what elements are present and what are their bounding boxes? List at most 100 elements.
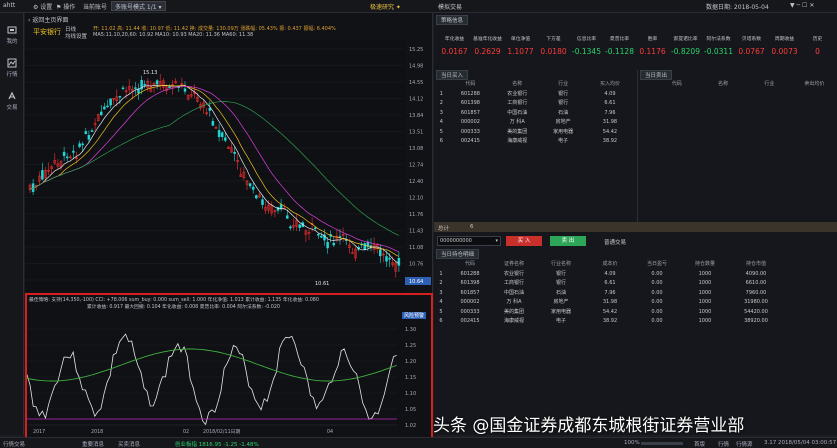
window-controls[interactable]: ▼ ─ ☐ ✕ xyxy=(790,2,814,9)
position-row[interactable]: 5 000333 美的集团 家用电器 54.42 0.00 1000 54420.00 xyxy=(434,308,837,318)
metric-item: 基准年化收益 0.2629 xyxy=(471,35,504,56)
cell-industry: 房地产 xyxy=(553,299,569,305)
position-row[interactable]: 6 002415 海康威视 电子 38.92 0.00 1000 38920.00 xyxy=(434,317,837,327)
cci-line xyxy=(27,333,397,426)
cell-code: 601288 xyxy=(460,90,480,97)
cell-pnl: 0.00 xyxy=(651,318,663,324)
candle-body xyxy=(78,143,81,147)
cell-name: 海康威视 xyxy=(507,138,528,144)
candlestick-chart[interactable]: 15.25 14.98 14.55 14.12 13.84 13.51 13.08 12.74… xyxy=(25,39,433,291)
metric-label: 单位净值 xyxy=(510,37,531,42)
candle-body xyxy=(81,143,84,146)
metric-item: 贝塔系数 0.0767 xyxy=(735,35,768,56)
cell-name: 美的集团 xyxy=(507,128,528,135)
zoom-level[interactable]: 100% xyxy=(624,440,640,446)
current-price-label: 10.64 xyxy=(409,279,423,285)
candle-body xyxy=(84,131,88,134)
cell-value: 54420.00 xyxy=(744,308,768,315)
cell-industry: 石油 xyxy=(555,289,566,296)
settings-menu[interactable]: ⚙ 设置 xyxy=(33,2,52,11)
normal-trade-label[interactable]: 普通交易 xyxy=(604,238,626,246)
candle-body xyxy=(109,98,112,106)
mode-select[interactable]: 多账号模式 1/1 ▾ xyxy=(111,1,166,11)
operation-menu[interactable]: ⚑ 操作 xyxy=(56,2,75,11)
tab-today-sell[interactable]: 当日卖出 xyxy=(640,70,673,80)
indicator-title: 最佳策略: 支持(14,350,-100) CCI: +78.006 sum_b… xyxy=(29,298,319,303)
sell-button[interactable]: 卖 出 xyxy=(550,236,586,246)
cell-code: 601857 xyxy=(460,289,480,296)
status-trade-msg[interactable]: 买卖消息 xyxy=(118,440,140,448)
cell-price: 7.96 xyxy=(604,109,616,116)
metric-item: 胜率 0.1176 xyxy=(636,35,669,56)
cell-name: 工商银行 xyxy=(503,280,524,286)
position-row[interactable]: 4 000002 万 科A 房地产 31.98 0.00 1000 31980.00 xyxy=(434,298,837,308)
buy-row[interactable]: 3 601857 中国石油 石油 7.96 xyxy=(434,109,636,119)
col-header: 代码 xyxy=(464,261,475,267)
trade-icon xyxy=(8,91,16,100)
position-row[interactable]: 2 601398 工商银行 银行 6.61 0.00 1000 6610.00 xyxy=(434,279,837,289)
buy-row[interactable]: 1 601288 农业银行 银行 4.09 xyxy=(434,90,636,100)
status-version: 3.17 xyxy=(764,440,777,446)
status-quotes[interactable]: 行情 xyxy=(718,440,729,448)
cell-idx: 2 xyxy=(439,100,443,106)
cell-price: 54.42 xyxy=(602,128,618,135)
metric-item: 阿尔法系数 -0.0311 xyxy=(702,35,735,56)
zoom-slider[interactable] xyxy=(641,442,683,445)
candle-body xyxy=(320,235,323,238)
candle-body xyxy=(143,84,146,86)
price-tick-label: 15.25 xyxy=(409,47,423,53)
metric-item: 索提诺比率 -0.8209 xyxy=(669,35,702,56)
kline-panel[interactable]: ‹ 返回主页界面 平安银行 日线 均线设置 开: 11.02 高: 11.44 … xyxy=(25,13,433,293)
cell-pnl: 0.00 xyxy=(651,308,663,315)
metric-value: 0.2629 xyxy=(474,47,501,56)
col-header: 代码 xyxy=(671,81,682,87)
col-header: 名称 xyxy=(718,81,729,87)
cell-industry: 家用电器 xyxy=(550,308,571,315)
x-axis-label: 2017 xyxy=(33,429,45,435)
indicator-chart[interactable]: 1.30 1.25 1.20 1.15 1.10 1.05 1.02 2017 2018 02 20… xyxy=(27,307,431,437)
tab-strategy-info[interactable]: 策略信息 xyxy=(436,15,469,25)
buy-button[interactable]: 买 入 xyxy=(506,236,542,246)
candle-body xyxy=(100,111,103,116)
account-input[interactable]: 0000000000 ▾ xyxy=(437,236,501,246)
buy-row[interactable]: 2 601398 工商银行 银行 6.61 xyxy=(434,99,636,109)
metric-value: 1.1077 xyxy=(507,47,534,56)
metric-item: 夏普比率 -0.1128 xyxy=(603,35,636,56)
position-row[interactable]: 1 601288 农业银行 银行 4.09 0.00 1000 4090.00 xyxy=(434,270,837,280)
buy-row[interactable]: 4 000002 万 科A 房地产 31.98 xyxy=(434,118,636,128)
watermark: 头条 @国金证券成都东城根街证券营业部 xyxy=(433,416,745,436)
status-first[interactable]: 首版 xyxy=(694,440,705,448)
price-tick-label: 11.08 xyxy=(409,245,423,251)
tab-positions[interactable]: 当日持仓明细 xyxy=(436,249,480,259)
status-market[interactable]: 行情交易 xyxy=(3,440,25,448)
buy-row[interactable]: 6 002415 海康威视 电子 38.92 xyxy=(434,137,636,147)
status-source[interactable]: 行情源 xyxy=(736,440,753,448)
cell-code: 000002 xyxy=(460,299,480,305)
nav-item-quotes[interactable]: 行情 xyxy=(0,58,24,78)
candle-body xyxy=(363,243,367,250)
metric-item: 历史 0 xyxy=(801,35,834,56)
candle-body xyxy=(388,257,391,260)
cell-name: 海康威视 xyxy=(503,318,524,324)
price-tick-label: 13.51 xyxy=(409,130,423,136)
position-row[interactable]: 3 601857 中国石油 石油 7.96 0.00 1000 7960.00 xyxy=(434,289,837,299)
status-news[interactable]: 重要消息 xyxy=(82,440,104,448)
metric-value: 0 xyxy=(815,47,820,56)
cell-price: 6.61 xyxy=(604,100,616,106)
sell-table-header: 代码 名称 行业 卖出均价 xyxy=(640,80,837,90)
total-value: 6 xyxy=(470,224,474,230)
cell-cost: 4.09 xyxy=(604,270,616,277)
cell-code: 000333 xyxy=(460,308,480,315)
back-link[interactable]: ‹ 返回主页界面 xyxy=(28,15,68,24)
cell-cost: 7.96 xyxy=(604,289,616,296)
price-tick-label: 13.84 xyxy=(409,113,423,119)
buy-row[interactable]: 5 000333 美的集团 家用电器 54.42 xyxy=(434,128,636,138)
candle-body xyxy=(338,236,342,238)
nav-item-trade[interactable]: 交易 xyxy=(0,91,24,111)
tab-today-buy[interactable]: 当日买入 xyxy=(436,70,469,80)
indicator-panel[interactable]: 最佳策略: 支持(14,350,-100) CCI: +78.006 sum_b… xyxy=(25,293,433,439)
candle-body xyxy=(261,199,264,205)
stock-name: 平安银行 xyxy=(33,28,61,36)
price-tick-label: 14.12 xyxy=(409,97,423,103)
nav-item-mine[interactable]: 我的 xyxy=(0,25,24,45)
